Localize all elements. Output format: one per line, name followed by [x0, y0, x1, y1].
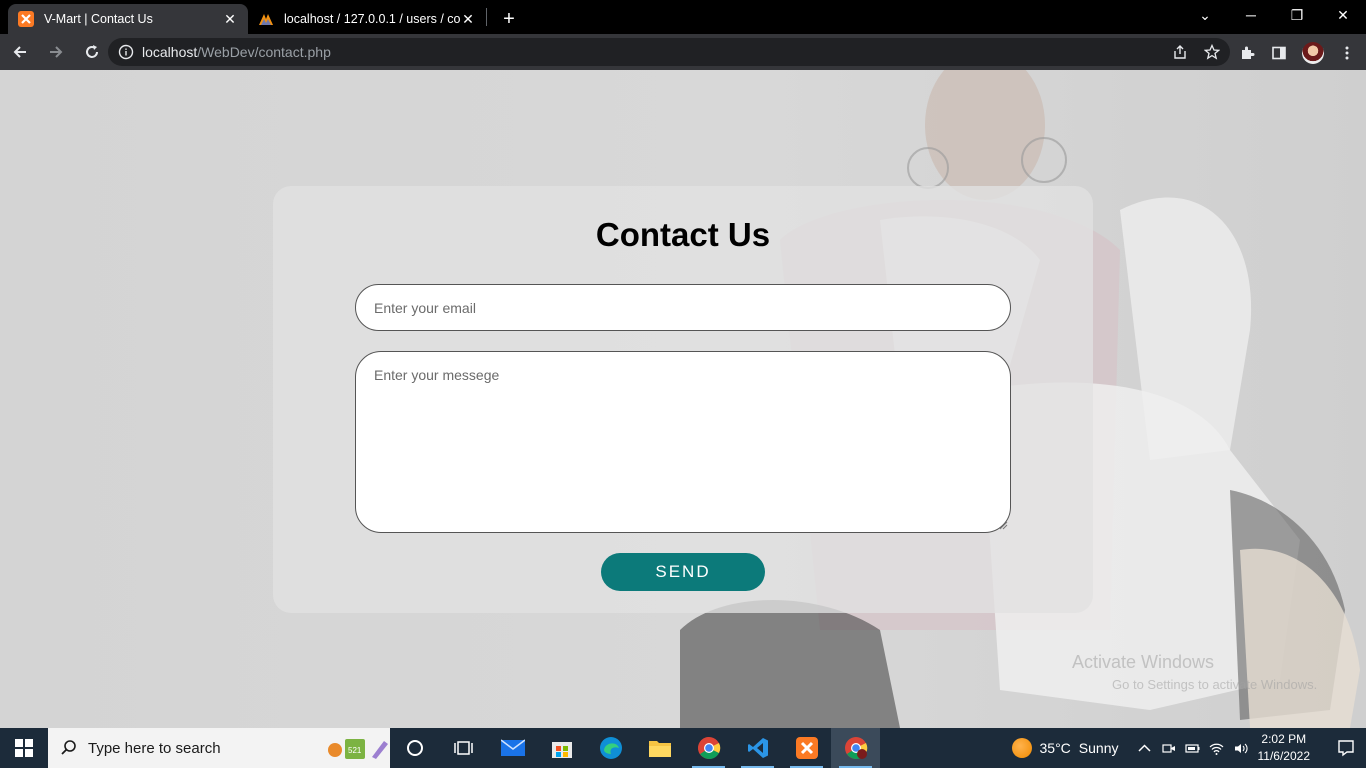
browser-toolbar: localhost/WebDev/contact.php — [0, 34, 1366, 70]
side-panel-icon[interactable] — [1270, 44, 1288, 62]
file-explorer-icon — [648, 741, 671, 757]
svg-text:521: 521 — [348, 746, 362, 755]
reload-icon — [86, 45, 98, 58]
xampp-app-button[interactable] — [782, 728, 831, 768]
xampp-favicon-icon — [18, 11, 34, 27]
phpmyadmin-favicon-icon — [259, 14, 273, 25]
restore-button[interactable]: ❐ — [1274, 0, 1320, 30]
tab-vmart-contact[interactable]: V-Mart | Contact Us ✕ — [8, 4, 248, 34]
vscode-app-button[interactable] — [733, 728, 782, 768]
cortana-icon — [406, 740, 423, 756]
clock-time: 2:02 PM — [1261, 732, 1307, 746]
cortana-button[interactable] — [390, 728, 439, 768]
activate-windows-watermark: Activate Windows Go to Settings to activ… — [1072, 652, 1317, 692]
url-text: localhost/WebDev/contact.php — [142, 44, 331, 60]
battery-icon[interactable] — [1184, 741, 1200, 756]
windows-logo-icon — [15, 739, 33, 757]
resize-grip-icon[interactable] — [998, 520, 1008, 530]
file-explorer-button[interactable] — [635, 728, 684, 768]
start-button[interactable] — [0, 728, 48, 768]
arrow-right-icon — [50, 46, 63, 58]
tab-strip: V-Mart | Contact Us ✕ localhost / 127.0.… — [0, 0, 1366, 34]
vscode-icon — [747, 738, 768, 758]
meet-now-icon[interactable] — [1161, 741, 1176, 756]
tab-search-icon[interactable]: ⌄ — [1182, 0, 1228, 30]
bookmark-star-icon[interactable] — [1204, 44, 1220, 60]
forward-button[interactable] — [40, 36, 72, 68]
chrome-icon — [697, 737, 720, 759]
mail-app-button[interactable] — [488, 728, 537, 768]
task-view-icon — [453, 741, 473, 755]
edge-app-button[interactable] — [586, 728, 635, 768]
tab-label: localhost / 127.0.0.1 / users / con — [284, 12, 460, 26]
search-highlight-icon: 521 — [328, 739, 388, 759]
info-icon[interactable] — [118, 44, 134, 60]
clock-date: 11/6/2022 — [1257, 749, 1311, 763]
url-path: /WebDev/contact.php — [197, 44, 331, 60]
notification-icon — [1338, 740, 1354, 757]
wifi-icon[interactable] — [1209, 741, 1224, 756]
profile-avatar[interactable] — [1302, 42, 1324, 64]
new-tab-button[interactable]: + — [495, 4, 523, 34]
url-host: localhost — [142, 44, 198, 60]
reload-button[interactable] — [76, 36, 108, 68]
contact-page: Contact Us SEND Activate Windows Go to S… — [0, 70, 1366, 728]
weather-text: Sunny — [1078, 740, 1119, 756]
close-window-button[interactable]: ✕ — [1320, 0, 1366, 30]
chevron-up-icon[interactable] — [1137, 741, 1152, 756]
message-textarea[interactable] — [355, 351, 1011, 533]
chrome-profile-icon — [844, 737, 867, 759]
windows-taskbar: Type here to search 521 35°C Sunny 2:02 … — [0, 728, 1366, 768]
page-title: Contact Us — [595, 216, 771, 253]
notification-center-button[interactable] — [1326, 739, 1366, 757]
search-placeholder: Type here to search — [88, 739, 221, 757]
email-field[interactable] — [355, 284, 1011, 331]
chrome-app-button[interactable] — [684, 728, 733, 768]
back-button[interactable] — [4, 36, 36, 68]
address-bar[interactable]: localhost/WebDev/contact.php — [108, 38, 1230, 66]
close-icon[interactable]: ✕ — [222, 11, 238, 27]
taskbar-clock[interactable]: 2:02 PM 11/6/2022 — [1258, 731, 1311, 765]
share-icon[interactable] — [1172, 44, 1188, 60]
close-icon[interactable]: ✕ — [460, 11, 476, 27]
system-tray: 35°C Sunny 2:02 PM 11/6/2022 — [1011, 728, 1366, 768]
volume-icon[interactable] — [1233, 741, 1248, 756]
store-app-button[interactable] — [537, 728, 586, 768]
arrow-left-icon — [13, 46, 26, 58]
extensions-icon[interactable] — [1238, 44, 1256, 62]
edge-icon — [599, 737, 622, 759]
sun-icon — [1011, 738, 1032, 758]
tab-divider — [486, 8, 487, 26]
watermark-subtitle: Go to Settings to activate Windows. — [1112, 677, 1318, 692]
weather-temp: 35°C — [1039, 740, 1071, 756]
taskbar-search-input[interactable]: Type here to search 521 — [48, 728, 390, 768]
task-view-button[interactable] — [439, 728, 488, 768]
more-menu-icon[interactable] — [1338, 44, 1356, 62]
weather-widget[interactable]: 35°C Sunny — [1011, 738, 1119, 758]
contact-card: Contact Us SEND — [273, 186, 1093, 613]
tab-label: V-Mart | Contact Us — [44, 12, 153, 26]
xampp-icon — [795, 737, 818, 759]
store-icon — [551, 742, 572, 758]
search-icon — [61, 740, 76, 755]
minimize-button[interactable]: ─ — [1228, 0, 1274, 30]
chrome-profile-app-button[interactable] — [831, 728, 880, 768]
tab-phpmyadmin[interactable]: localhost / 127.0.0.1 / users / con ✕ — [248, 4, 486, 34]
send-button[interactable]: SEND — [601, 553, 765, 591]
watermark-title: Activate Windows — [1072, 652, 1215, 672]
mail-icon — [500, 739, 525, 756]
